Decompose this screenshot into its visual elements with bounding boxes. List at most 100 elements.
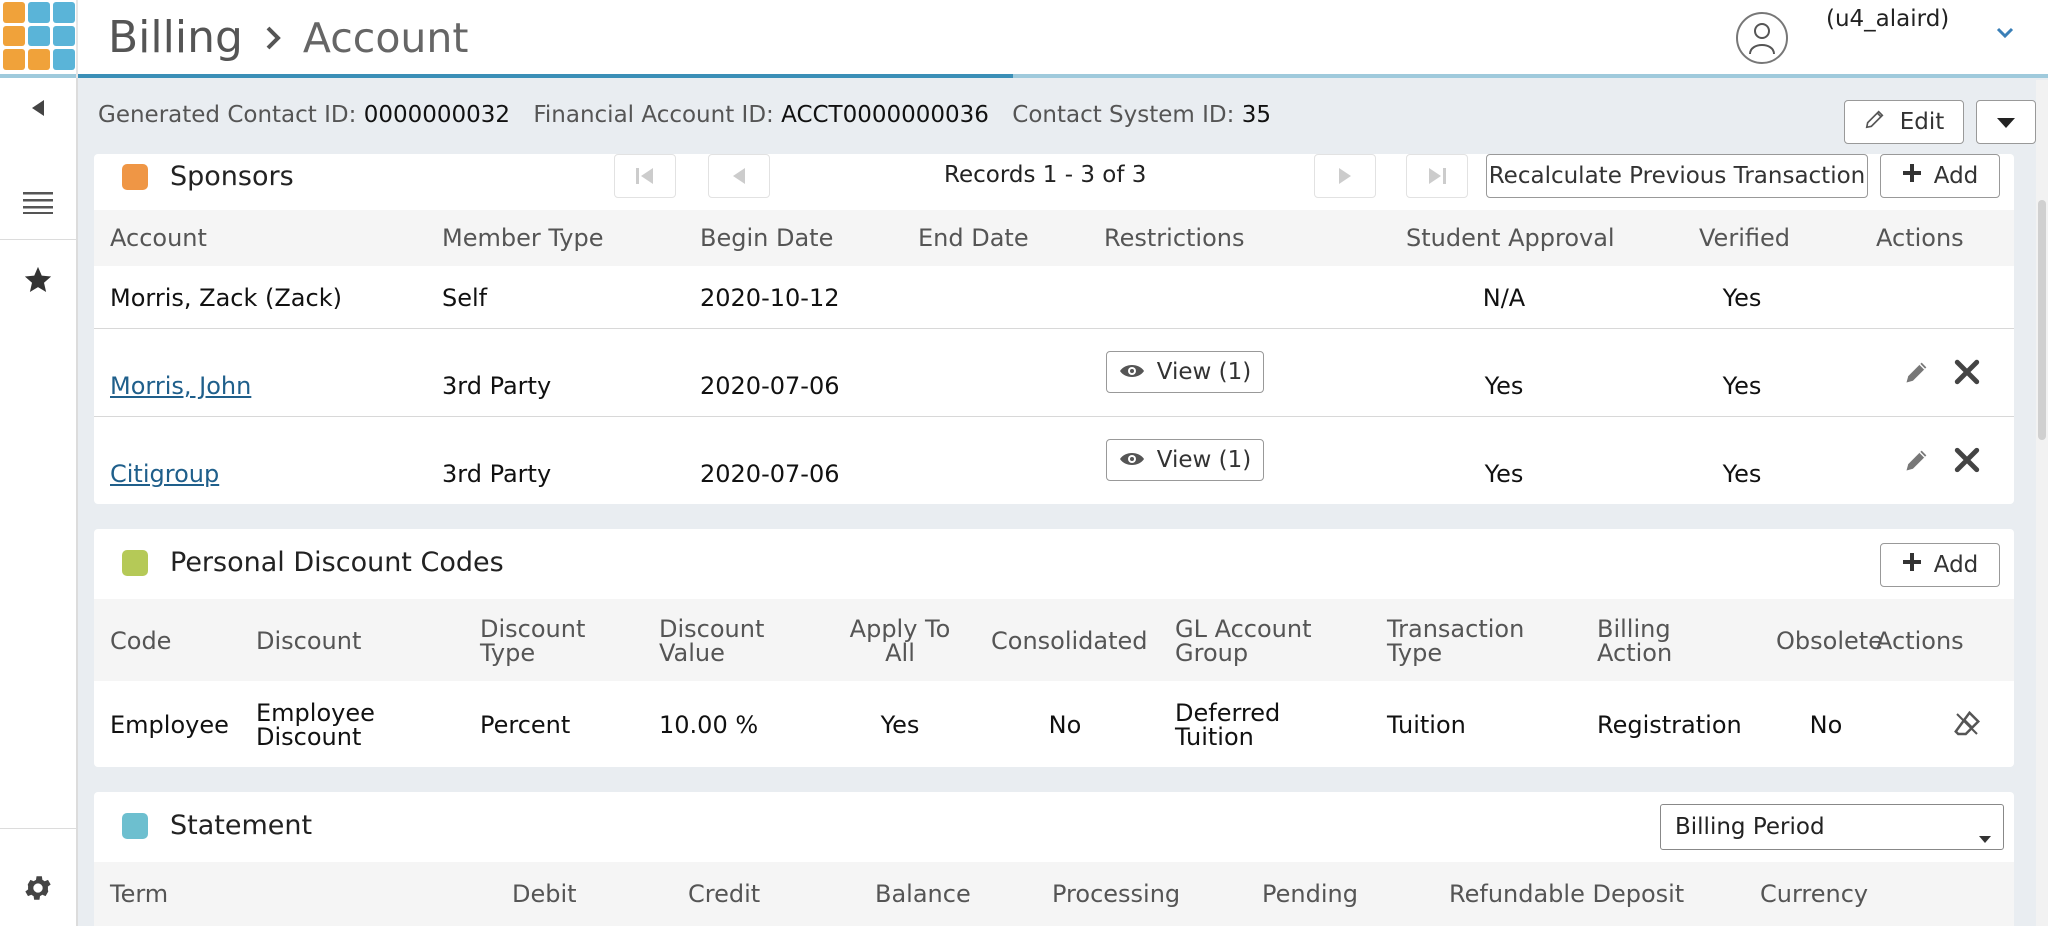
verified-cell: Yes (1722, 372, 1762, 400)
member-type-cell: 3rd Party (442, 372, 552, 400)
col-balance[interactable]: Balance (875, 882, 971, 906)
col-currency[interactable]: Currency (1760, 882, 1868, 906)
sponsors-table-header: Account Member Type Begin Date End Date … (94, 210, 2014, 266)
billing-action-cell: Registration (1597, 711, 1742, 739)
generated-contact-id-label: Generated Contact ID: (98, 102, 357, 128)
edit-sponsor-pencil-icon[interactable] (1900, 355, 1934, 389)
vertical-scrollbar[interactable] (2036, 80, 2048, 926)
col-end-date[interactable]: End Date (918, 226, 1029, 250)
col-discount-value[interactable]: Discount Value (659, 617, 764, 665)
sponsors-panel: Sponsors Records 1 - 3 of 3 Recalculate … (94, 154, 2014, 504)
financial-account-id-label: Financial Account ID: (533, 102, 774, 128)
discount-cell: Employee Discount (256, 701, 375, 749)
col-discount[interactable]: Discount (256, 629, 361, 653)
col-obsolete[interactable]: Obsolete (1776, 629, 1883, 653)
delete-sponsor-x-icon[interactable] (1950, 355, 1984, 389)
col-credit[interactable]: Credit (688, 882, 760, 906)
logo-tile (3, 25, 25, 47)
verified-cell: Yes (1722, 460, 1762, 488)
breadcrumb-billing[interactable]: Billing (108, 12, 243, 63)
edit-button[interactable]: Edit (1844, 100, 1964, 144)
recalculate-button[interactable]: Recalculate Previous Transaction (1486, 154, 1868, 198)
delete-sponsor-x-icon[interactable] (1950, 443, 1984, 477)
plus-icon (1902, 552, 1922, 578)
more-actions-dropdown[interactable] (1976, 100, 2036, 144)
student-approval-cell: Yes (1484, 460, 1524, 488)
discount-line-1: Employee (256, 699, 375, 727)
col-transaction-type[interactable]: Transaction Type (1387, 617, 1524, 665)
billing-period-select[interactable]: Billing Period (1660, 804, 2004, 850)
account-link[interactable]: Citigroup (110, 462, 219, 486)
breadcrumb: Billing Account (108, 12, 468, 63)
col-processing[interactable]: Processing (1052, 882, 1180, 906)
discount-type-cell: Percent (480, 711, 571, 739)
app-logo[interactable] (3, 2, 75, 70)
col-student-approval[interactable]: Student Approval (1406, 226, 1615, 250)
begin-date-cell: 2020-07-06 (700, 372, 840, 400)
chevron-down-icon[interactable] (1996, 24, 2014, 43)
col-gl-account-group[interactable]: GL Account Group (1175, 617, 1312, 665)
rail-divider (0, 239, 76, 240)
col-restrictions[interactable]: Restrictions (1104, 226, 1244, 250)
divider (76, 0, 78, 78)
edit-sponsor-pencil-icon[interactable] (1900, 443, 1934, 477)
col-refundable-deposit[interactable]: Refundable Deposit (1449, 882, 1684, 906)
col-debit[interactable]: Debit (512, 882, 577, 906)
records-count: Records 1 - 3 of 3 (944, 162, 1147, 188)
menu-list-icon[interactable] (0, 182, 76, 222)
add-label: Add (1933, 163, 1979, 189)
col-actions: Actions (1876, 629, 1964, 653)
add-discount-button[interactable]: Add (1880, 543, 2000, 587)
pencil-icon (1864, 108, 1886, 136)
col-billing-action[interactable]: Billing Action (1597, 617, 1672, 665)
eye-icon (1119, 447, 1145, 473)
col-gl-line-2: Group (1175, 639, 1249, 667)
add-label: Add (1933, 552, 1979, 578)
col-begin-date[interactable]: Begin Date (700, 226, 833, 250)
chevron-right-icon (265, 25, 281, 51)
scrollbar-thumb[interactable] (2038, 200, 2046, 440)
settings-gear-icon[interactable] (0, 868, 76, 908)
col-obsolete-line: Obsolete (1776, 627, 1883, 655)
username[interactable]: (u4_alaird) (1826, 6, 1949, 32)
col-code[interactable]: Code (110, 629, 171, 653)
col-consolidated[interactable]: Consolidated (991, 629, 1148, 653)
col-verified[interactable]: Verified (1699, 226, 1790, 250)
logo-tile (3, 49, 25, 70)
header-progress-rule (78, 74, 1013, 78)
col-term[interactable]: Term (110, 882, 168, 906)
add-sponsor-button[interactable]: Add (1880, 154, 2000, 198)
statement-color-marker (122, 812, 148, 839)
col-discount-type[interactable]: Discount Type (480, 617, 585, 665)
eye-icon (1119, 359, 1145, 385)
logo-tile (53, 49, 75, 70)
account-link[interactable]: Morris, John (110, 374, 251, 398)
col-actions: Actions (1876, 224, 1964, 252)
favorites-star-icon[interactable] (0, 260, 76, 300)
caret-down-icon (1979, 823, 1991, 849)
col-member-type[interactable]: Member Type (442, 226, 603, 250)
col-account[interactable]: Account (110, 226, 207, 250)
discount-value-cell: 10.00 % (659, 711, 759, 739)
last-page-button[interactable] (1406, 154, 1468, 198)
col-pending[interactable]: Pending (1262, 882, 1358, 906)
next-page-button[interactable] (1314, 154, 1376, 198)
contact-system-id-label: Contact System ID: (1012, 102, 1235, 128)
collapse-rail-icon[interactable] (0, 98, 76, 118)
member-type-cell: Self (442, 284, 488, 312)
discount-codes-title-text: Personal Discount Codes (170, 547, 504, 578)
breadcrumb-account: Account (302, 13, 469, 62)
billing-period-value: Billing Period (1675, 814, 1825, 840)
statement-table-header: Term Debit Credit Balance Processing Pen… (94, 862, 2014, 926)
consolidated-cell: No (1048, 711, 1082, 739)
col-apply-to-all[interactable]: Apply To All (850, 617, 951, 665)
previous-page-button[interactable] (708, 154, 770, 198)
user-avatar-icon[interactable] (1736, 12, 1788, 64)
eraser-icon[interactable] (1950, 707, 1984, 741)
view-restrictions-button[interactable]: View (1) (1106, 439, 1264, 481)
first-page-button[interactable] (614, 154, 676, 198)
statement-title: Statement (122, 810, 312, 841)
col-billing-line-2: Action (1597, 639, 1673, 667)
view-restrictions-button[interactable]: View (1) (1106, 351, 1264, 393)
app-header: Billing Account (u4_alaird) (0, 0, 2048, 78)
